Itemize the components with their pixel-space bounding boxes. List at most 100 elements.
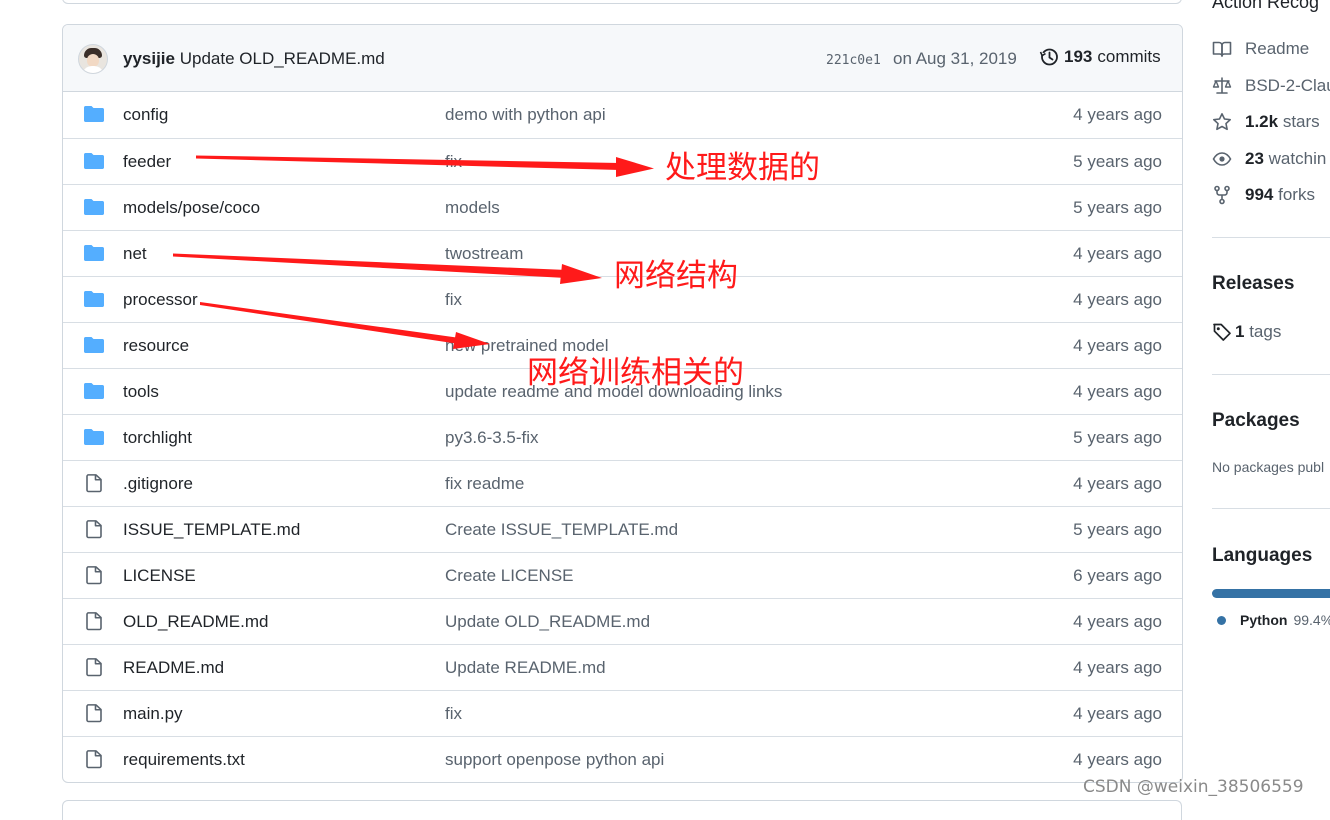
file-name-link[interactable]: tools <box>123 382 159 402</box>
commit-age: 5 years ago <box>1073 198 1162 217</box>
file-name-link[interactable]: config <box>123 105 168 125</box>
stars-link[interactable]: 1.2k stars <box>1212 112 1320 132</box>
readme-label: Readme <box>1245 39 1310 58</box>
file-row[interactable]: config demo with python api 4 years ago <box>63 92 1182 138</box>
folder-icon <box>84 245 104 261</box>
commit-message-link[interactable]: demo with python api <box>445 105 606 125</box>
packages-heading[interactable]: Packages <box>1212 410 1300 432</box>
file-name-link[interactable]: ISSUE_TEMPLATE.md <box>123 520 300 540</box>
commit-message-link[interactable]: Update README.md <box>445 658 606 678</box>
commit-message-link[interactable]: new pretrained model <box>445 336 608 356</box>
file-row[interactable]: models/pose/coco models 5 years ago <box>63 184 1182 230</box>
file-row[interactable]: LICENSE Create LICENSE 6 years ago <box>63 552 1182 598</box>
folder-icon <box>84 383 104 399</box>
about-description: Action Recog <box>1212 0 1320 12</box>
forks-link[interactable]: 994 forks <box>1212 185 1315 205</box>
forks-count: 994 <box>1245 185 1274 204</box>
file-icon <box>86 658 102 677</box>
file-name-link[interactable]: models/pose/coco <box>123 198 260 218</box>
annotation-feeder: 处理数据的 <box>665 150 820 186</box>
commit-message[interactable]: Update OLD_README.md <box>180 49 385 68</box>
file-name-link[interactable]: requirements.txt <box>123 750 245 770</box>
file-row[interactable]: .gitignore fix readme 4 years ago <box>63 460 1182 506</box>
commit-sha[interactable]: 221c0e1 <box>826 53 881 68</box>
commit-message-link[interactable]: twostream <box>445 244 523 264</box>
commit-age: 5 years ago <box>1073 428 1162 447</box>
language-name: Python <box>1240 612 1288 628</box>
license-link[interactable]: BSD-2-Clau <box>1212 76 1330 96</box>
packages-empty-text: No packages publ <box>1212 459 1325 475</box>
tags-count: 1 <box>1235 322 1245 341</box>
history-icon <box>1039 48 1058 66</box>
file-name-link[interactable]: .gitignore <box>123 474 193 494</box>
file-list: config demo with python api 4 years ago fee… <box>63 92 1182 782</box>
file-icon <box>86 566 102 585</box>
file-browser: yysijie Update OLD_README.md 221c0e1 on … <box>62 24 1183 783</box>
file-row[interactable]: ISSUE_TEMPLATE.md Create ISSUE_TEMPLATE.m… <box>63 506 1182 552</box>
commit-age: 4 years ago <box>1073 474 1162 493</box>
commit-message-link[interactable]: fix <box>445 290 462 310</box>
next-box-edge <box>62 800 1182 820</box>
commit-age: 4 years ago <box>1073 336 1162 355</box>
releases-heading[interactable]: Releases <box>1212 273 1294 295</box>
file-name-link[interactable]: README.md <box>123 658 224 678</box>
sidebar-divider <box>1212 374 1330 375</box>
file-name-link[interactable]: feeder <box>123 152 171 172</box>
file-name-link[interactable]: net <box>123 244 147 264</box>
stars-label: stars <box>1282 112 1320 131</box>
file-name-link[interactable]: LICENSE <box>123 566 196 586</box>
commit-message-link[interactable]: py3.6-3.5-fix <box>445 428 539 448</box>
folder-icon <box>84 429 104 445</box>
commit-age: 4 years ago <box>1073 612 1162 631</box>
annotation-net: 网络结构 <box>614 258 738 294</box>
file-icon <box>86 704 102 723</box>
commit-message-link[interactable]: Update OLD_README.md <box>445 612 650 632</box>
forks-label: forks <box>1278 185 1315 204</box>
file-row[interactable]: OLD_README.md Update OLD_README.md 4 years… <box>63 598 1182 644</box>
watchers-link[interactable]: 23 watchin <box>1212 149 1326 169</box>
language-bar <box>1212 589 1330 598</box>
folder-icon <box>84 291 104 307</box>
commits-link[interactable]: 193 commits <box>1039 47 1161 67</box>
file-icon <box>86 612 102 631</box>
commit-message-link[interactable]: support openpose python api <box>445 750 664 770</box>
file-row[interactable]: requirements.txt support openpose python … <box>63 736 1182 782</box>
commit-message-link[interactable]: fix <box>445 704 462 724</box>
commit-message-link[interactable]: fix <box>445 152 462 172</box>
previous-box-edge <box>62 0 1182 4</box>
commit-age: 6 years ago <box>1073 566 1162 585</box>
file-row[interactable]: feeder fix 5 years ago <box>63 138 1182 184</box>
watching-label: watchin <box>1268 149 1327 168</box>
commit-age: 4 years ago <box>1073 382 1162 401</box>
law-scale-icon <box>1212 77 1232 94</box>
commit-author-name[interactable]: yysijie <box>123 49 175 68</box>
language-python[interactable]: Python 99.4% <box>1217 612 1330 628</box>
file-icon <box>86 750 102 769</box>
sidebar-divider <box>1212 237 1330 238</box>
readme-link[interactable]: Readme <box>1212 39 1309 59</box>
commit-message-link[interactable]: fix readme <box>445 474 524 494</box>
repo-sidebar: Action Recog Readme BSD-2-Clau 1.2k star… <box>1212 0 1330 807</box>
file-icon <box>86 520 102 539</box>
fork-icon <box>1214 185 1230 205</box>
file-name-link[interactable]: resource <box>123 336 189 356</box>
sidebar-divider <box>1212 508 1330 509</box>
author-avatar[interactable] <box>78 44 108 74</box>
book-icon <box>1212 41 1232 57</box>
file-row[interactable]: main.py fix 4 years ago <box>63 690 1182 736</box>
file-name-link[interactable]: main.py <box>123 704 183 724</box>
tag-icon <box>1213 323 1231 341</box>
file-name-link[interactable]: torchlight <box>123 428 192 448</box>
tags-link[interactable]: 1 tags <box>1212 322 1281 342</box>
commit-message-link[interactable]: Create LICENSE <box>445 566 574 586</box>
commit-message-link[interactable]: models <box>445 198 500 218</box>
commit-count-label: commits <box>1097 47 1161 66</box>
file-row[interactable]: README.md Update README.md 4 years ago <box>63 644 1182 690</box>
file-name-link[interactable]: OLD_README.md <box>123 612 268 632</box>
commit-message-link[interactable]: Create ISSUE_TEMPLATE.md <box>445 520 678 540</box>
csdn-watermark: CSDN @weixin_38506559 <box>1083 777 1304 797</box>
file-row[interactable]: torchlight py3.6-3.5-fix 5 years ago <box>63 414 1182 460</box>
file-name-link[interactable]: processor <box>123 290 198 310</box>
commit-author[interactable]: yysijie Update OLD_README.md <box>123 49 385 69</box>
tags-label: tags <box>1249 322 1282 341</box>
